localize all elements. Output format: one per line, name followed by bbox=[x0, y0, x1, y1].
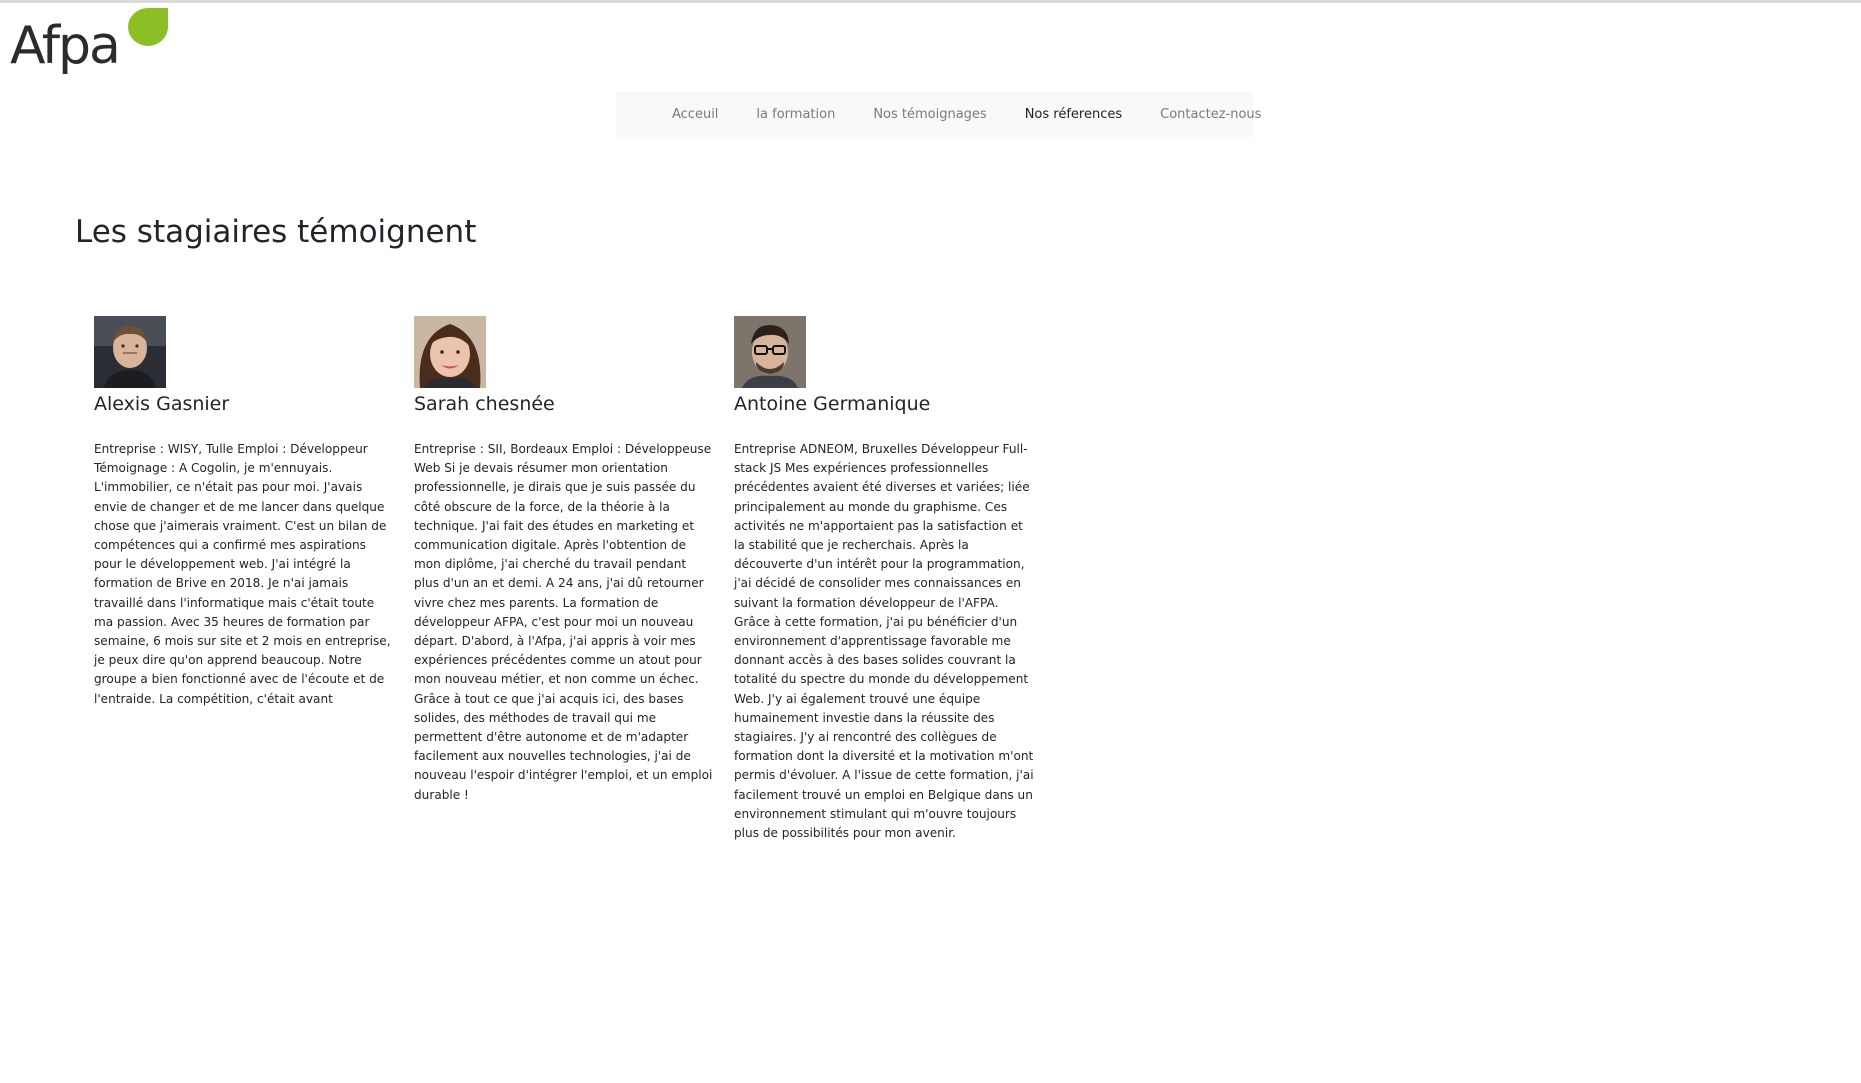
main-navbar: Acceuil la formation Nos témoignages Nos… bbox=[616, 92, 1261, 137]
avatar-man-photo bbox=[94, 316, 166, 388]
avatar-man-glasses-photo bbox=[734, 316, 806, 388]
nav-item-contactez-nous[interactable]: Contactez-nous bbox=[1160, 107, 1261, 122]
nav-item-nos-temoignages[interactable]: Nos témoignages bbox=[873, 107, 986, 122]
nav-item-acceuil[interactable]: Acceuil bbox=[672, 107, 718, 122]
testimonial-card: Sarah chesnée Entreprise : SII, Bordeaux… bbox=[414, 316, 714, 805]
testimonial-card: Alexis Gasnier Entreprise : WISY, Tulle … bbox=[94, 316, 394, 709]
testimonial-card: Antoine Germanique Entreprise ADNEOM, Br… bbox=[734, 316, 1034, 843]
testimonial-text: Entreprise : WISY, Tulle Emploi : Dévelo… bbox=[94, 442, 391, 706]
testimonial-text: Entreprise : SII, Bordeaux Emploi : Déve… bbox=[414, 442, 713, 802]
nav-item-nos-references[interactable]: Nos réferences bbox=[1025, 107, 1122, 122]
avatar-woman-photo bbox=[414, 316, 486, 388]
testimonial-name: Sarah chesnée bbox=[414, 393, 555, 415]
nav-item-la-formation[interactable]: la formation bbox=[756, 107, 835, 122]
leaf-icon bbox=[128, 8, 168, 46]
afpa-logo[interactable]: Afpa bbox=[10, 8, 168, 88]
logo-text: Afpa bbox=[10, 16, 121, 76]
testimonial-name: Antoine Germanique bbox=[734, 393, 931, 415]
browser-top-border bbox=[0, 0, 1861, 3]
testimonial-name: Alexis Gasnier bbox=[94, 393, 230, 415]
page-title: Les stagiaires témoignent bbox=[75, 214, 477, 250]
testimonial-text: Entreprise ADNEOM, Bruxelles Développeur… bbox=[734, 442, 1034, 841]
